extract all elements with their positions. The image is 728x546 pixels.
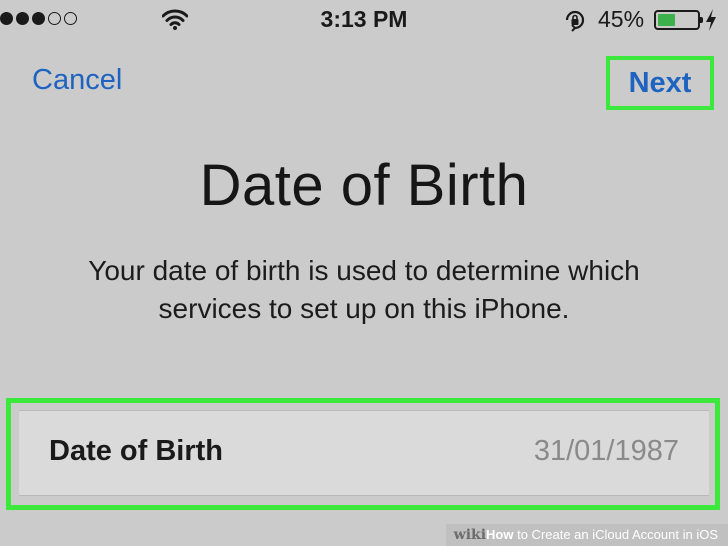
watermark-brand: wiki [453, 527, 487, 543]
cancel-button[interactable]: Cancel [32, 64, 122, 97]
battery-percentage: 45% [598, 6, 645, 32]
battery-level-fill [658, 14, 676, 26]
battery-icon [654, 10, 703, 30]
next-button[interactable]: Next [606, 56, 714, 110]
watermark-title: to Create an iCloud Account in iOS [513, 527, 718, 542]
wikihow-watermark: wikiHow to Create an iCloud Account in i… [445, 524, 728, 546]
page-description: Your date of birth is used to determine … [88, 255, 640, 324]
dob-field-value: 31/01/1987 [533, 435, 679, 467]
orientation-lock-icon [565, 10, 585, 32]
charging-bolt-icon [706, 9, 716, 31]
status-bar: 3:13 PM 45% [0, 0, 728, 40]
dob-field-label: Date of Birth [49, 435, 223, 467]
page-title: Date of Birth [199, 153, 529, 218]
date-of-birth-field[interactable]: Date of Birth 31/01/1987 [19, 410, 709, 496]
battery-tip [700, 17, 703, 23]
watermark-how: How [486, 527, 514, 542]
